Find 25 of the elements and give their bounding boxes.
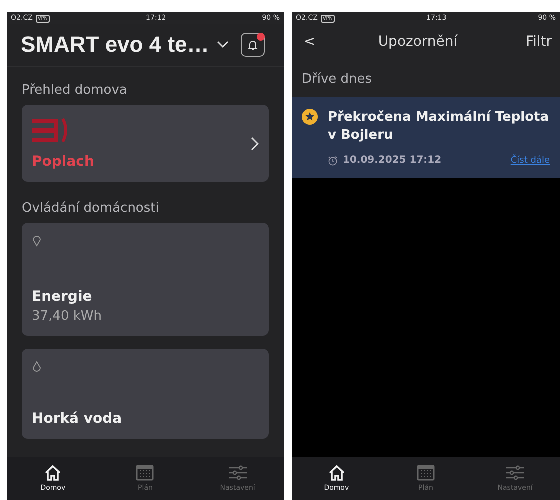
- home-title[interactable]: SMART evo 4 te…: [21, 32, 210, 58]
- bell-icon: [247, 39, 260, 51]
- calendar-icon: [136, 465, 154, 481]
- home-icon: [328, 465, 346, 481]
- home-icon: [44, 465, 62, 481]
- chevron-right-icon: [251, 137, 259, 151]
- filter-button[interactable]: Filtr: [502, 34, 552, 50]
- back-button[interactable]: <: [304, 34, 334, 50]
- alarm-clock-icon: [328, 156, 338, 166]
- section-title: Přehled domova: [22, 83, 128, 99]
- screen-title: Upozornění: [377, 34, 459, 50]
- drop-icon: [32, 361, 42, 373]
- chevron-down-icon[interactable]: [217, 41, 230, 49]
- notifications-button[interactable]: [241, 33, 266, 57]
- notification-time: 10.09.2025 17:12: [328, 155, 442, 166]
- device-card[interactable]: Energie 37,40 kWh: [22, 223, 269, 336]
- section-title: Ovládání domácnosti: [22, 201, 160, 217]
- sliders-icon: [505, 465, 526, 481]
- notification-title: Překročena Maximální Teplota v Bojleru: [328, 109, 550, 146]
- sliders-icon: [228, 465, 248, 481]
- notification-card[interactable]: Překročena Maximální Teplota v Bojleru 10.09.2025 17:12 Číst dále: [292, 97, 560, 178]
- calendar-icon: [416, 465, 435, 481]
- group-heading: Dříve dnes: [292, 60, 560, 97]
- alarm-logo-icon: [32, 117, 70, 145]
- device-card[interactable]: Horká voda: [22, 349, 269, 439]
